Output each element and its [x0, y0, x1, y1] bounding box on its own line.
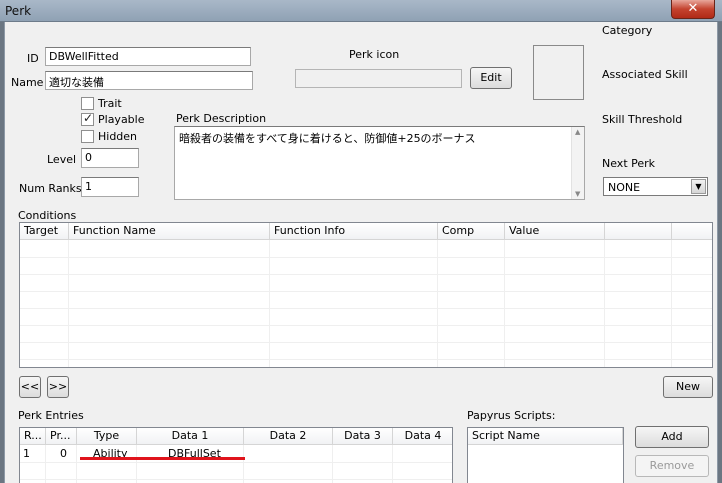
- close-icon: ✕: [687, 1, 699, 16]
- perk-entries-label: Perk Entries: [18, 409, 84, 422]
- perk-description-text: 暗殺者の装備をすべて身に着けると、防御値+25のボーナス: [179, 132, 476, 145]
- col-function-name[interactable]: Function Name: [69, 223, 270, 240]
- remove-script-button[interactable]: Remove: [635, 455, 709, 477]
- id-input[interactable]: DBWellFitted: [45, 47, 251, 66]
- new-condition-button[interactable]: New: [663, 376, 713, 398]
- close-button[interactable]: ✕: [671, 0, 715, 19]
- name-input[interactable]: 適切な装備: [45, 71, 253, 90]
- conditions-list[interactable]: Target Function Name Function Info Comp …: [19, 222, 713, 368]
- id-label: ID: [27, 52, 39, 65]
- col-function-info[interactable]: Function Info: [270, 223, 438, 240]
- perk-dialog: ID DBWellFitted Name 適切な装備 Trait Playabl…: [4, 22, 718, 483]
- col-type[interactable]: Type: [77, 428, 137, 445]
- perk-entries-list[interactable]: R... Pr... Type Data 1 Data 2 Data 3 Dat…: [19, 427, 453, 483]
- add-script-button[interactable]: Add: [635, 426, 709, 448]
- entry-priority: 0: [60, 447, 67, 460]
- category-label: Category: [602, 24, 653, 37]
- papyrus-header: Script Name: [468, 428, 623, 445]
- col-data4[interactable]: Data 4: [393, 428, 452, 445]
- num-ranks-label: Num Ranks: [19, 182, 82, 195]
- entry-rank: 1: [23, 447, 30, 460]
- scroll-down-icon[interactable]: ▼: [575, 190, 580, 198]
- skill-threshold-label: Skill Threshold: [602, 113, 683, 126]
- level-label: Level: [47, 153, 77, 166]
- next-condition-button[interactable]: >>: [47, 376, 69, 398]
- col-rank[interactable]: R...: [20, 428, 46, 445]
- perk-entries-header: R... Pr... Type Data 1 Data 2 Data 3 Dat…: [20, 428, 452, 445]
- col-comp[interactable]: Comp: [438, 223, 505, 240]
- perk-icon-path-input: [295, 69, 462, 88]
- next-perk-value: NONE: [608, 181, 641, 194]
- col-value[interactable]: Value: [505, 223, 605, 240]
- next-perk-select[interactable]: NONE ▼: [603, 177, 708, 196]
- scroll-up-icon[interactable]: ▲: [575, 128, 580, 136]
- col-data2[interactable]: Data 2: [244, 428, 333, 445]
- prev-condition-button[interactable]: <<: [19, 376, 41, 398]
- col-target[interactable]: Target: [20, 223, 69, 240]
- trait-checkbox[interactable]: [81, 97, 94, 110]
- description-scrollbar[interactable]: ▲ ▼: [571, 127, 584, 199]
- perk-description-textarea[interactable]: 暗殺者の装備をすべて身に着けると、防御値+25のボーナス ▲ ▼: [174, 126, 585, 200]
- chevron-down-icon[interactable]: ▼: [691, 179, 706, 194]
- perk-description-label: Perk Description: [176, 112, 267, 125]
- col-extra[interactable]: [605, 223, 672, 240]
- level-input[interactable]: 0: [81, 148, 139, 168]
- edit-icon-button[interactable]: Edit: [470, 67, 512, 89]
- conditions-label: Conditions: [18, 209, 77, 222]
- highlight-underline: [80, 457, 245, 460]
- col-data1[interactable]: Data 1: [137, 428, 244, 445]
- col-priority[interactable]: Pr...: [46, 428, 77, 445]
- perk-icon-label: Perk icon: [349, 48, 400, 61]
- papyrus-scripts-label: Papyrus Scripts:: [467, 409, 556, 422]
- col-script-name[interactable]: Script Name: [468, 428, 623, 445]
- trait-label: Trait: [98, 97, 122, 110]
- playable-checkbox[interactable]: [81, 111, 94, 126]
- title-bar: Perk ✕: [0, 0, 722, 22]
- playable-label: Playable: [98, 113, 145, 126]
- col-data3[interactable]: Data 3: [333, 428, 393, 445]
- name-label: Name: [11, 76, 44, 89]
- next-perk-label: Next Perk: [602, 157, 656, 170]
- hidden-label: Hidden: [98, 130, 138, 143]
- conditions-header: Target Function Name Function Info Comp …: [20, 223, 712, 240]
- hidden-checkbox[interactable]: [81, 130, 94, 143]
- window-title: Perk: [5, 4, 32, 18]
- perk-icon-preview: [533, 45, 584, 100]
- papyrus-scripts-list[interactable]: Script Name: [467, 427, 624, 483]
- associated-skill-label: Associated Skill: [602, 68, 688, 81]
- num-ranks-input[interactable]: 1: [81, 177, 139, 197]
